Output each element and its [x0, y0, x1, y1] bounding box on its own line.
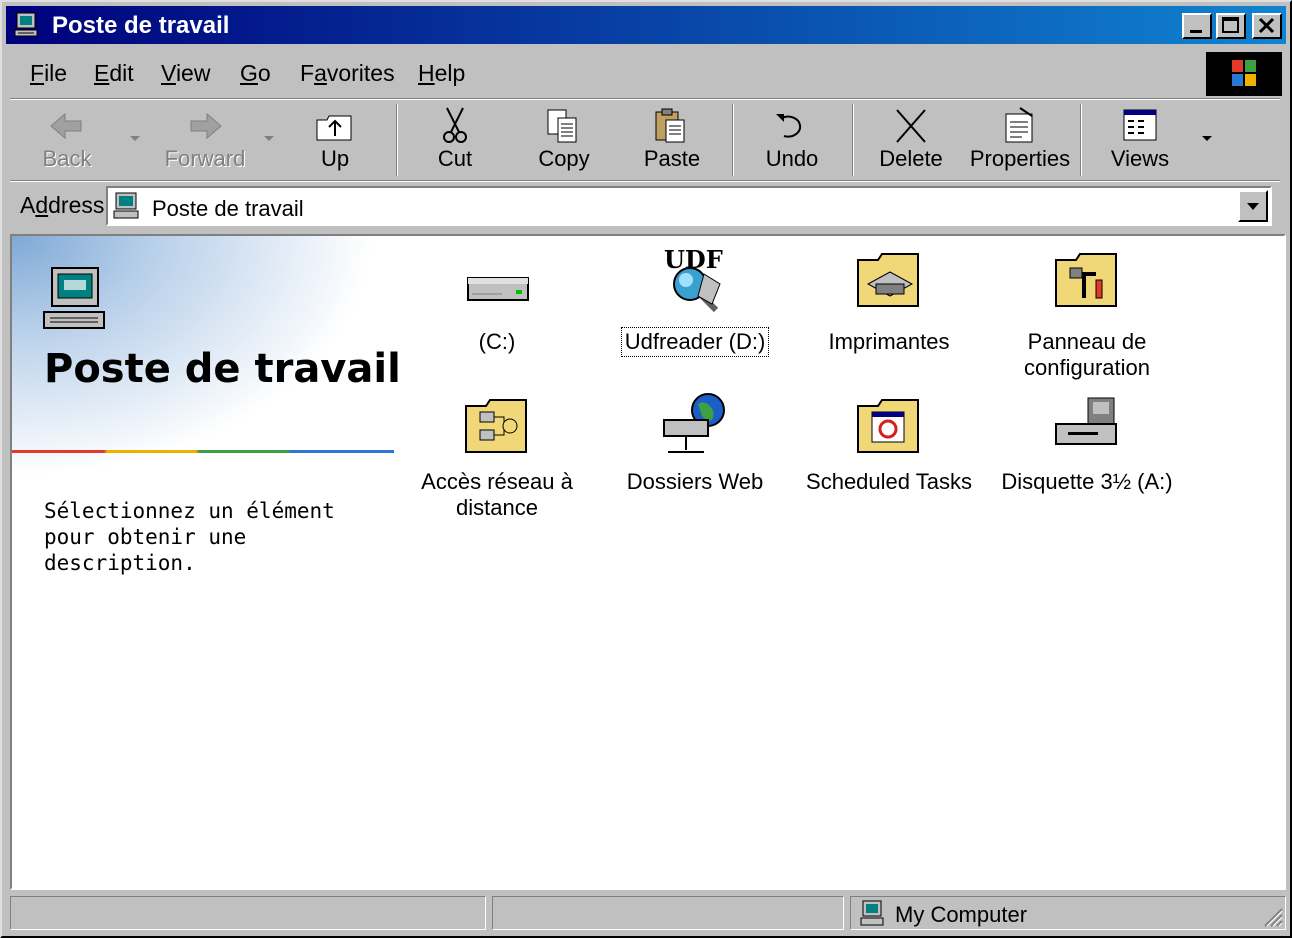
up-folder-icon: [316, 115, 352, 141]
minimize-button[interactable]: [1182, 13, 1212, 39]
close-icon: [1258, 17, 1275, 34]
copy-icon: [547, 109, 577, 143]
address-combobox[interactable]: Poste de travail: [106, 186, 1272, 226]
control-panel-item[interactable]: Panneau de configuration: [992, 244, 1182, 382]
views-button[interactable]: Views: [1104, 100, 1176, 180]
web-view-info-panel: Poste de travail Sélectionnez un élément…: [12, 236, 412, 888]
status-panel-main: [10, 896, 486, 930]
undo-button[interactable]: Undo: [756, 100, 828, 180]
panel-description: Sélectionnez un élément pour obtenir une…: [44, 499, 335, 575]
close-button[interactable]: [1252, 13, 1282, 39]
web-folders-icon: [663, 393, 725, 453]
menu-bar: File Edit View Go Favorites Help: [6, 50, 1282, 96]
floppy-drive-icon: [1055, 397, 1117, 445]
colored-divider: [12, 450, 394, 453]
paste-clipboard-icon: [655, 108, 685, 143]
windows-logo-throbber: [1206, 52, 1282, 96]
resize-grip-icon[interactable]: [1261, 905, 1283, 927]
toolbar-separator: [852, 104, 854, 176]
menu-favorites[interactable]: Favorites: [300, 60, 395, 87]
address-value[interactable]: Poste de travail: [152, 196, 304, 222]
control-panel-folder-icon: [1055, 253, 1117, 307]
delete-x-icon: [896, 109, 926, 143]
my-computer-icon[interactable]: [14, 12, 40, 38]
menu-go[interactable]: Go: [240, 60, 271, 87]
folder-view[interactable]: Poste de travail Sélectionnez un élément…: [10, 234, 1286, 890]
paste-button[interactable]: Paste: [634, 100, 710, 180]
maximize-icon: [1222, 17, 1239, 33]
printers-folder-icon: [857, 253, 919, 307]
toolbar-separator-line: [10, 180, 1280, 182]
panel-title: Poste de travail: [44, 346, 401, 392]
my-computer-large-icon: [43, 267, 105, 329]
delete-button[interactable]: Delete: [874, 100, 948, 180]
menu-file[interactable]: File: [30, 60, 67, 87]
drive-d-udfreader-item[interactable]: UDF Udfreader (D:): [600, 244, 790, 357]
explorer-window: Poste de travail File Edit View Go Favor…: [0, 0, 1292, 938]
floppy-drive-a-item[interactable]: Disquette 3½ (A:): [992, 394, 1182, 496]
window-title: Poste de travail: [52, 12, 230, 39]
forward-button[interactable]: Forward: [160, 100, 250, 180]
dialup-networking-folder-icon: [465, 399, 527, 453]
my-computer-icon: [860, 900, 884, 926]
properties-button[interactable]: Properties: [968, 100, 1072, 180]
status-bar: My Computer: [10, 896, 1286, 932]
toolbar-separator: [732, 104, 734, 176]
address-label: Address: [20, 192, 105, 218]
views-icon: [1123, 109, 1157, 141]
toolbar-separator: [1080, 104, 1082, 176]
scheduled-tasks-folder-icon: [857, 399, 919, 453]
web-folders-item[interactable]: Dossiers Web: [600, 388, 790, 496]
views-dropdown-icon[interactable]: [1202, 136, 1212, 141]
scheduled-tasks-item[interactable]: Scheduled Tasks: [794, 394, 984, 496]
menu-help[interactable]: Help: [418, 60, 465, 87]
udf-reader-icon: UDF: [664, 245, 723, 313]
my-computer-icon: [113, 192, 139, 219]
forward-arrow-icon: [190, 112, 222, 140]
hard-drive-icon: [467, 277, 529, 301]
address-dropdown-button[interactable]: [1238, 190, 1268, 222]
cut-button[interactable]: Cut: [420, 100, 490, 180]
windows-flag-icon: [1232, 60, 1256, 86]
menu-view[interactable]: View: [161, 60, 210, 87]
status-panel-size: [492, 896, 844, 930]
properties-icon: [1005, 107, 1033, 143]
back-button[interactable]: Back: [28, 100, 106, 180]
status-panel-zone: My Computer: [850, 896, 1286, 930]
copy-button[interactable]: Copy: [528, 100, 600, 180]
printers-item[interactable]: Imprimantes: [794, 244, 984, 356]
scissors-icon: [443, 107, 467, 143]
drive-c-item[interactable]: (C:): [402, 254, 592, 356]
title-bar[interactable]: Poste de travail: [6, 6, 1286, 44]
back-arrow-icon: [50, 112, 82, 140]
menu-edit[interactable]: Edit: [94, 60, 134, 87]
maximize-button[interactable]: [1216, 13, 1246, 39]
forward-dropdown-icon[interactable]: [264, 136, 274, 141]
toolbar-separator: [396, 104, 398, 176]
dialup-networking-item[interactable]: Accès réseau à distance: [402, 394, 592, 522]
undo-arrow-icon: [776, 114, 802, 138]
minimize-icon: [1190, 30, 1202, 33]
up-button[interactable]: Up: [300, 100, 370, 180]
standard-toolbar: Back Forward Up Cut Copy Paste Undo Dele…: [10, 100, 1286, 180]
address-bar: Address Poste de travail: [10, 184, 1286, 228]
back-dropdown-icon[interactable]: [130, 136, 140, 141]
